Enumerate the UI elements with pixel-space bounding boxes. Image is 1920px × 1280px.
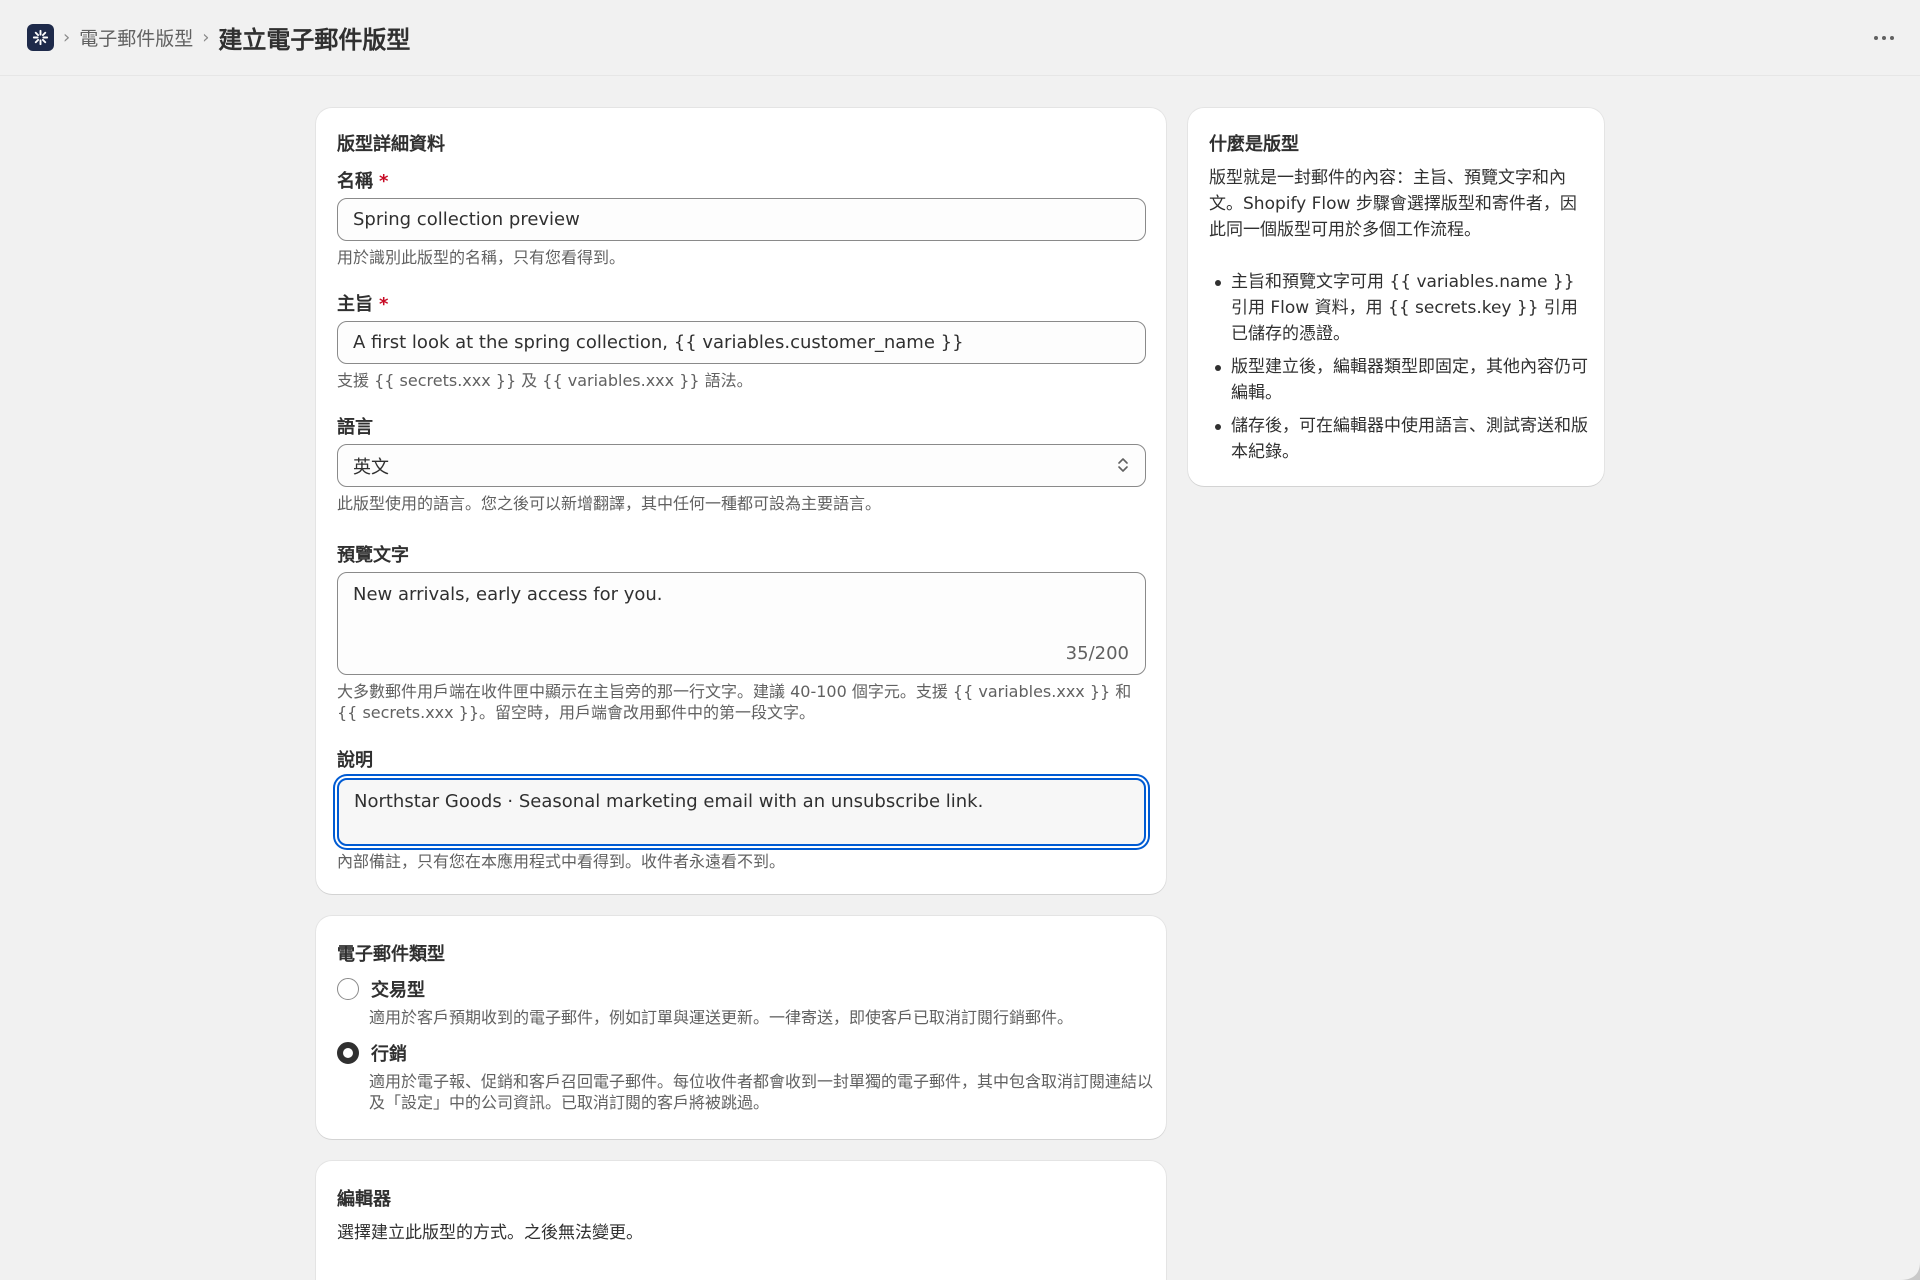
card-title: 電子郵件類型 (337, 944, 445, 965)
radio-button-selected[interactable] (337, 1042, 359, 1064)
radio-label: 行銷 (371, 1044, 407, 1065)
name-input[interactable]: Spring collection preview (337, 198, 1146, 241)
what-is-template-card: 什麼是版型 版型就是一封郵件的內容：主旨、預覽文字和內文。Shopify Flo… (1188, 108, 1604, 486)
preview-text-textarea[interactable]: New arrivals, early access for you. 35/2… (337, 572, 1146, 675)
list-item: 主旨和預覽文字可用 {{ variables.name }} 引用 Flow 資… (1209, 269, 1594, 347)
radio-option-marketing[interactable]: 行銷 (337, 1040, 407, 1066)
info-body-text: 版型就是一封郵件的內容：主旨、預覽文字和內文。Shopify Flow 步驟會選… (1209, 168, 1577, 240)
radio-option-transactional[interactable]: 交易型 (337, 976, 425, 1002)
subject-label: 主旨 * (337, 294, 389, 315)
more-actions-button[interactable] (1868, 22, 1900, 54)
card-title: 編輯器 (337, 1189, 391, 1210)
subject-input[interactable]: A first look at the spring collection, {… (337, 321, 1146, 364)
name-label: 名稱 * (337, 171, 389, 192)
description-textarea[interactable]: Northstar Goods · Seasonal marketing ema… (337, 778, 1146, 846)
subject-help-text: 支援 {{ secrets.xxx }} 及 {{ variables.xxx … (337, 371, 753, 390)
radio-help-text: 適用於客戶預期收到的電子郵件，例如訂單與運送更新。一律寄送，即使客戶已取消訂閱行… (369, 1008, 1074, 1027)
preview-text-help-text: 大多數郵件用戶端在收件匣中顯示在主旨旁的那一行文字。建議 40-100 個字元。… (337, 682, 1132, 722)
chevron-right-icon: › (202, 26, 210, 48)
chevron-right-icon: › (63, 26, 71, 48)
template-details-card: 版型詳細資料 名稱 * Spring collection preview 用於識… (316, 108, 1166, 894)
radio-label: 交易型 (371, 980, 425, 1001)
breadcrumb-parent-link[interactable]: 電子郵件版型 (79, 24, 193, 51)
select-chevrons-icon (1118, 458, 1128, 472)
language-select[interactable]: 英文 (337, 444, 1146, 487)
description-label: 說明 (337, 750, 373, 771)
top-bar: › 電子郵件版型 › 建立電子郵件版型 (0, 0, 1920, 76)
info-bullet-list: 主旨和預覽文字可用 {{ variables.name }} 引用 Flow 資… (1209, 269, 1594, 472)
language-help-text: 此版型使用的語言。您之後可以新增翻譯，其中任何一種都可設為主要語言。 (337, 494, 882, 513)
editor-card: 編輯器 選擇建立此版型的方式。之後無法變更。 (316, 1161, 1166, 1280)
editor-help-text: 選擇建立此版型的方式。之後無法變更。 (337, 1223, 643, 1243)
character-counter: 35/200 (1065, 643, 1129, 664)
more-horizontal-icon (1874, 36, 1894, 40)
page-title: 建立電子郵件版型 (218, 26, 411, 54)
app-logo-icon[interactable] (27, 24, 54, 51)
card-title: 版型詳細資料 (337, 134, 445, 155)
description-help-text: 內部備註，只有您在本應用程式中看得到。收件者永遠看不到。 (337, 852, 786, 871)
name-help-text: 用於識別此版型的名稱，只有您看得到。 (337, 248, 626, 267)
scroll-corner (1900, 1262, 1920, 1280)
preview-text-label: 預覽文字 (337, 545, 409, 566)
radio-help-text: 適用於電子報、促銷和客戶召回電子郵件。每位收件者都會收到一封單獨的電子郵件，其中… (369, 1072, 1154, 1112)
radio-button[interactable] (337, 978, 359, 1000)
list-item: 儲存後，可在編輯器中使用語言、測試寄送和版本紀錄。 (1209, 413, 1594, 465)
card-title: 什麼是版型 (1209, 134, 1299, 155)
language-label: 語言 (337, 417, 373, 438)
list-item: 版型建立後，編輯器類型即固定，其他內容仍可編輯。 (1209, 354, 1594, 406)
email-type-card: 電子郵件類型 交易型 適用於客戶預期收到的電子郵件，例如訂單與運送更新。一律寄送… (316, 916, 1166, 1139)
